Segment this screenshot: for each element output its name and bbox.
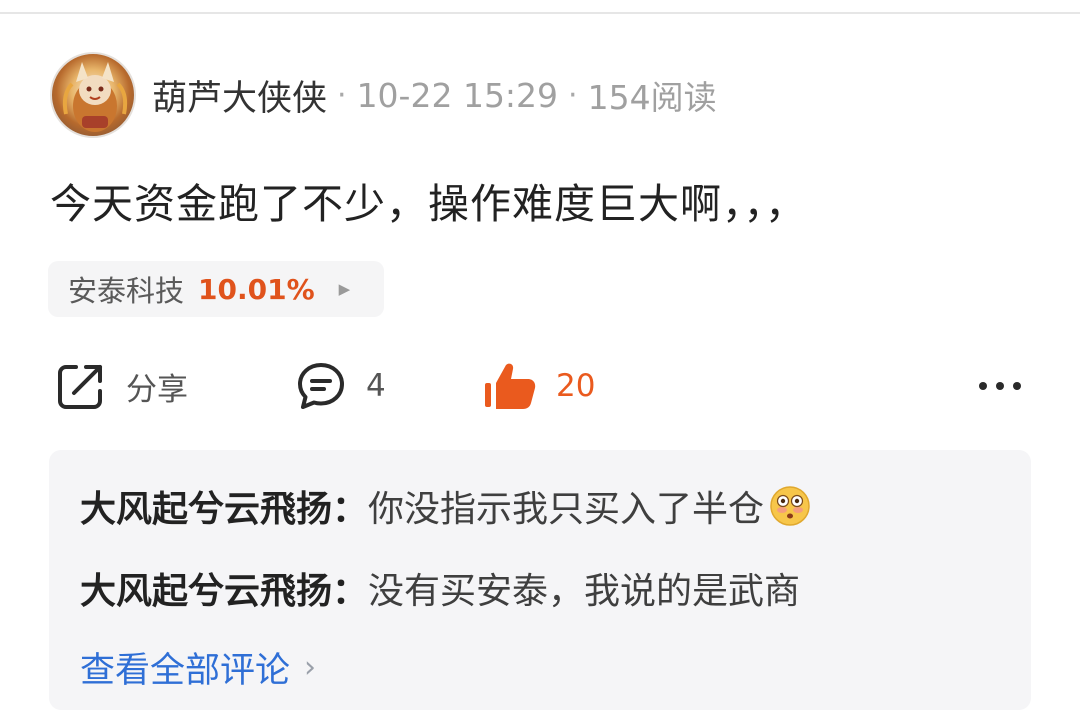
comment-icon <box>298 363 344 409</box>
action-bar: 分享 4 20 <box>0 350 1080 422</box>
like-button[interactable]: 20 <box>482 350 595 422</box>
stock-change: 10.01% <box>198 272 315 306</box>
view-all-label: 查看全部评论 <box>80 651 291 691</box>
stock-chip[interactable]: 安泰科技 10.01% ▶ <box>48 261 384 317</box>
post-header: 葫芦大侠侠 · 10-22 15:29 · 154阅读 <box>50 50 717 140</box>
meta-separator: · <box>568 77 578 113</box>
more-button[interactable] <box>976 350 1024 422</box>
comment-text: 没有买安泰，我说的是武商 <box>368 571 801 612</box>
comments-preview: 大风起兮云飛扬： 你没指示我只买入了半仓 大风起兮云飛扬： 没有买安泰，我说的是… <box>49 450 1031 710</box>
post-content[interactable]: 今天资金跑了不少，操作难度巨大啊，，， <box>50 170 807 230</box>
post-timestamp: 10-22 15:29 <box>356 75 559 115</box>
play-arrow-icon: ▶ <box>338 280 351 298</box>
more-horizontal-icon <box>979 382 1021 390</box>
chevron-right-icon: › <box>304 650 317 685</box>
comment-item[interactable]: 大风起兮云飛扬： 你没指示我只买入了半仓 <box>80 480 812 532</box>
meta-separator: · <box>337 77 347 113</box>
view-all-comments-link[interactable]: 查看全部评论 › <box>80 642 316 693</box>
thumbs-up-icon <box>485 363 536 409</box>
like-count: 20 <box>556 368 596 404</box>
comment-text: 你没指示我只买入了半仓 <box>368 489 765 530</box>
avatar[interactable] <box>50 52 136 138</box>
post-meta: 葫芦大侠侠 · 10-22 15:29 · 154阅读 <box>152 70 717 121</box>
avatar-image <box>62 62 128 132</box>
share-button[interactable]: 分享 <box>54 350 188 422</box>
comment-button[interactable]: 4 <box>294 350 386 422</box>
top-divider <box>0 0 1080 14</box>
author-name[interactable]: 葫芦大侠侠 <box>152 70 327 121</box>
read-count: 154阅读 <box>587 78 717 117</box>
comment-item[interactable]: 大风起兮云飛扬： 没有买安泰，我说的是武商 <box>80 562 800 614</box>
flushed-emoji-icon <box>770 486 810 526</box>
stock-name: 安泰科技 <box>68 274 185 308</box>
share-label: 分享 <box>126 371 188 408</box>
comment-author[interactable]: 大风起兮云飛扬： <box>80 480 368 532</box>
comment-count: 4 <box>366 368 386 404</box>
share-icon <box>58 365 102 409</box>
comment-author[interactable]: 大风起兮云飛扬： <box>80 562 368 614</box>
